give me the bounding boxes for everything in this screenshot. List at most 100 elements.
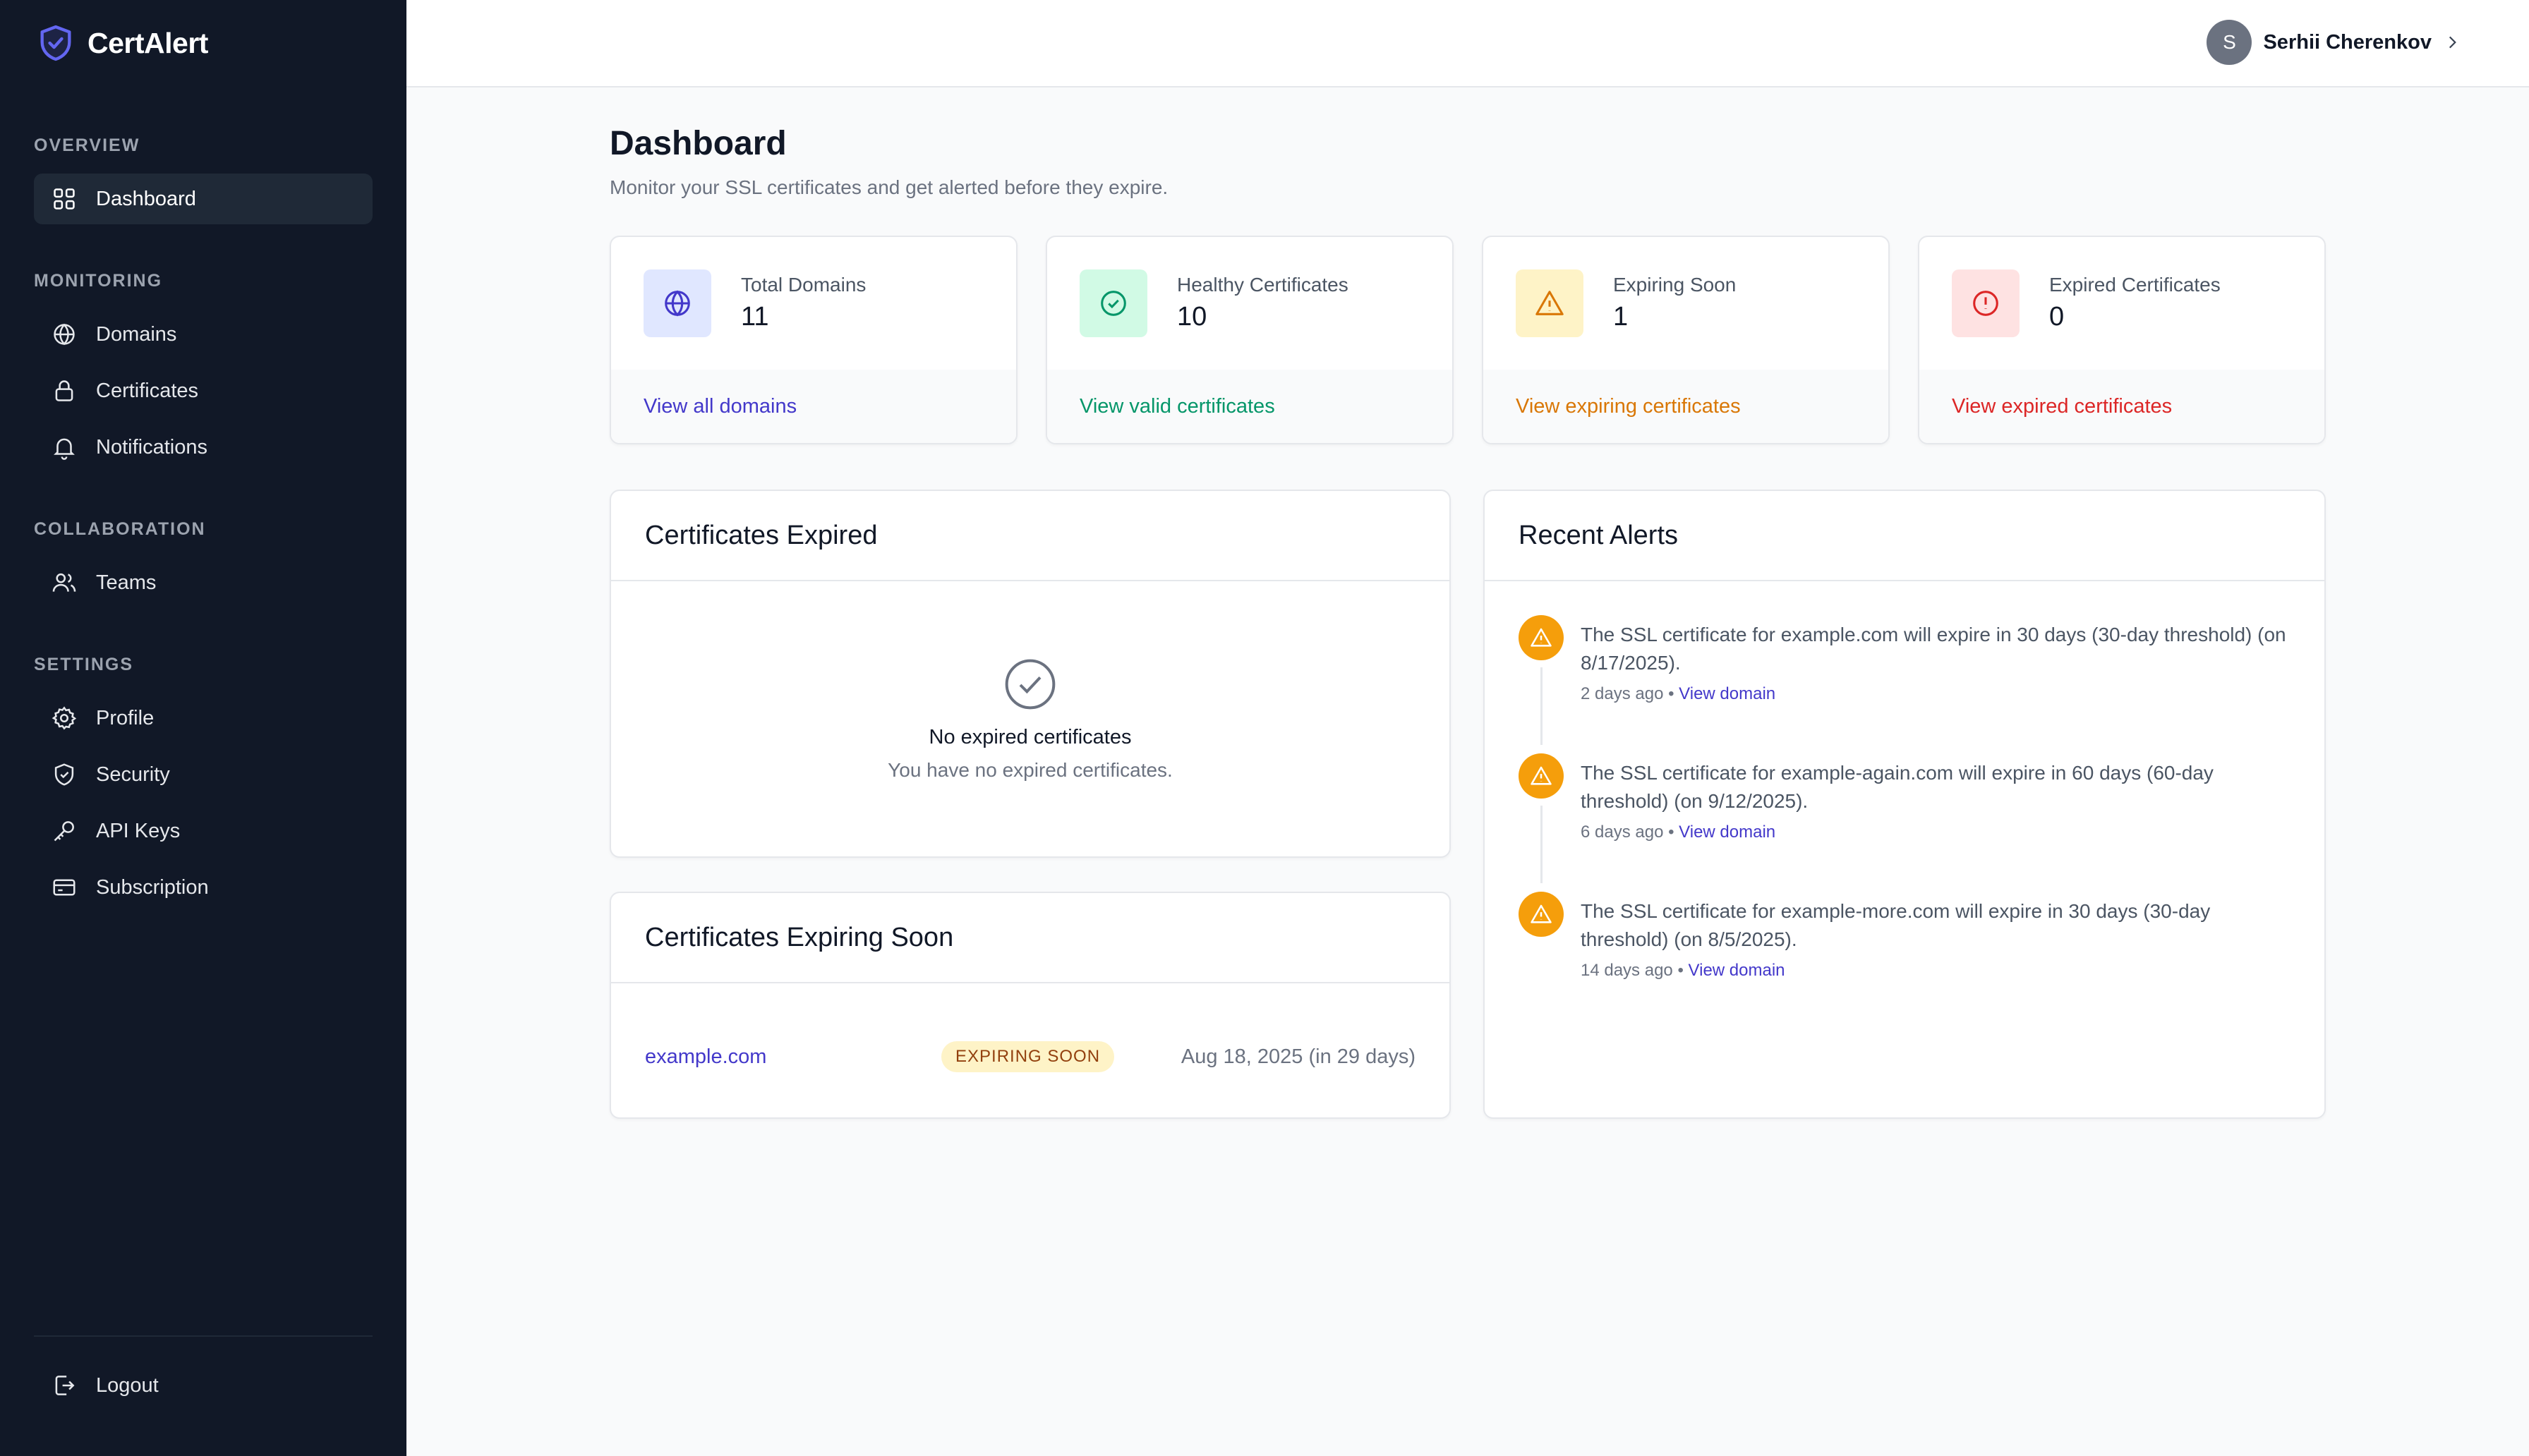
page-subtitle: Monitor your SSL certificates and get al…: [610, 176, 1169, 198]
user-name: Serhii Cherenkov: [2263, 30, 2432, 54]
shield-icon: [54, 763, 74, 786]
chevron-right-icon: [2449, 36, 2456, 49]
certificates-expired-panel: Certificates Expired No expired certific…: [610, 490, 1451, 858]
section-title-settings: SETTINGS: [34, 655, 134, 674]
sidebar-item-label: Notifications: [96, 435, 207, 459]
stat-icon-box: [1952, 269, 2020, 337]
timeline-connector: [1540, 667, 1543, 745]
view-domain-link[interactable]: View domain: [1689, 961, 1785, 980]
alert-badge: [1519, 892, 1564, 937]
lock-icon: [55, 380, 73, 401]
view-all-domains-link[interactable]: View all domains: [611, 370, 1016, 443]
sidebar-item-label: Subscription: [96, 875, 209, 899]
sidebar-item-security[interactable]: Security: [34, 749, 373, 800]
stat-icon-box: [1080, 269, 1147, 337]
status-badge: EXPIRING SOON: [941, 1041, 1115, 1072]
sidebar-item-notifications[interactable]: Notifications: [34, 422, 373, 473]
view-domain-link[interactable]: View domain: [1679, 684, 1775, 703]
globe-icon: [54, 323, 75, 346]
sidebar-item-domains[interactable]: Domains: [34, 309, 373, 360]
alert-message: The SSL certificate for example-more.com…: [1581, 900, 2211, 950]
separator-dot: •: [1668, 823, 1679, 842]
stat-card-healthy-certificates: Healthy Certificates 10 View valid certi…: [1046, 236, 1454, 444]
sidebar-item-api-keys[interactable]: API Keys: [34, 806, 373, 856]
sidebar-item-label: API Keys: [96, 819, 181, 842]
warning-icon: [1531, 628, 1552, 647]
sidebar-item-profile[interactable]: Profile: [34, 693, 373, 744]
separator-dot: •: [1677, 961, 1689, 980]
sidebar-item-label: Teams: [96, 571, 157, 594]
top-bar: S Serhii Cherenkov: [406, 0, 2529, 87]
shield-check-logo-icon: [40, 25, 71, 61]
gear-icon: [52, 706, 77, 730]
sidebar-item-label: Security: [96, 763, 170, 786]
stat-card-expired-certificates: Expired Certificates 0 View expired cert…: [1918, 236, 2326, 444]
timeline-connector: [1540, 806, 1543, 883]
alert-time: 2 days ago: [1581, 684, 1664, 703]
warning-icon: [1531, 766, 1552, 785]
stat-icon-box: [1516, 269, 1583, 337]
alert-message: The SSL certificate for example-again.co…: [1581, 762, 2214, 812]
logout-icon: [55, 1376, 75, 1395]
alert-meta: 6 days ago • View domain: [1581, 823, 1775, 842]
check-circle-icon: [1005, 659, 1056, 710]
stat-label: Expired Certificates: [2049, 274, 2221, 296]
logout-label: Logout: [96, 1373, 159, 1397]
view-valid-certificates-link[interactable]: View valid certificates: [1047, 370, 1452, 443]
empty-subtitle: You have no expired certificates.: [888, 759, 1173, 781]
view-expired-certificates-link[interactable]: View expired certificates: [1919, 370, 2324, 443]
sidebar-item-dashboard[interactable]: Dashboard: [34, 174, 373, 224]
alert-time: 14 days ago: [1581, 961, 1673, 980]
warning-icon: [1535, 291, 1564, 315]
sidebar-item-label: Domains: [96, 322, 177, 346]
sidebar-divider: [34, 1335, 373, 1337]
stat-card-expiring-soon: Expiring Soon 1 View expiring certificat…: [1482, 236, 1890, 444]
sidebar-item-label: Certificates: [96, 379, 199, 402]
certificates-expiring-panel: Certificates Expiring Soon example.com E…: [610, 892, 1451, 1119]
globe-icon: [665, 290, 690, 317]
sidebar-item-certificates[interactable]: Certificates: [34, 365, 373, 416]
stat-value: 0: [2049, 302, 2065, 332]
table-row: example.com EXPIRING SOON Aug 18, 2025 (…: [645, 1041, 1416, 1072]
sidebar-item-teams[interactable]: Teams: [34, 557, 373, 608]
sidebar-item-label: Profile: [96, 706, 155, 729]
stat-value: 11: [741, 302, 769, 332]
stat-label: Total Domains: [741, 274, 867, 296]
bell-icon: [54, 438, 75, 460]
panel-title: Certificates Expiring Soon: [611, 893, 1449, 983]
separator-dot: •: [1668, 684, 1679, 703]
view-domain-link[interactable]: View domain: [1679, 823, 1775, 842]
alert-meta: 14 days ago • View domain: [1581, 961, 1785, 981]
avatar: S: [2207, 20, 2252, 65]
domain-link[interactable]: example.com: [645, 1045, 941, 1069]
alert-message: The SSL certificate for example.com will…: [1581, 624, 2286, 674]
brand-name: CertAlert: [87, 26, 208, 59]
view-expiring-certificates-link[interactable]: View expiring certificates: [1483, 370, 1888, 443]
alert-time: 6 days ago: [1581, 823, 1664, 842]
check-circle-icon: [1101, 291, 1126, 316]
stat-icon-box: [644, 269, 711, 337]
warning-icon: [1531, 904, 1552, 923]
page-title: Dashboard: [610, 125, 787, 162]
section-title-collaboration: COLLABORATION: [34, 519, 206, 539]
panel-title: Recent Alerts: [1485, 491, 2324, 581]
logout-button[interactable]: Logout: [34, 1360, 373, 1411]
alert-circle-icon: [1973, 291, 1998, 316]
sidebar-item-subscription[interactable]: Subscription: [34, 862, 373, 913]
recent-alerts-panel: Recent Alerts The SSL certificate for ex…: [1483, 490, 2326, 1119]
panel-title: Certificates Expired: [611, 491, 1449, 581]
alert-meta: 2 days ago • View domain: [1581, 684, 1775, 704]
stat-value: 1: [1613, 302, 1629, 332]
credit-card-icon: [53, 879, 76, 896]
alert-badge: [1519, 615, 1564, 660]
section-title-overview: OVERVIEW: [34, 135, 140, 155]
stat-card-total-domains: Total Domains 11 View all domains: [610, 236, 1018, 444]
key-icon: [54, 821, 74, 842]
brand[interactable]: CertAlert: [35, 23, 208, 63]
empty-title: No expired certificates: [929, 726, 1132, 748]
stat-label: Healthy Certificates: [1177, 274, 1348, 296]
user-menu[interactable]: S Serhii Cherenkov: [2207, 20, 2461, 65]
grid-icon: [54, 188, 75, 210]
stat-value: 10: [1177, 302, 1207, 332]
sidebar: CertAlert OVERVIEW Dashboard MONITORING …: [0, 0, 406, 1456]
